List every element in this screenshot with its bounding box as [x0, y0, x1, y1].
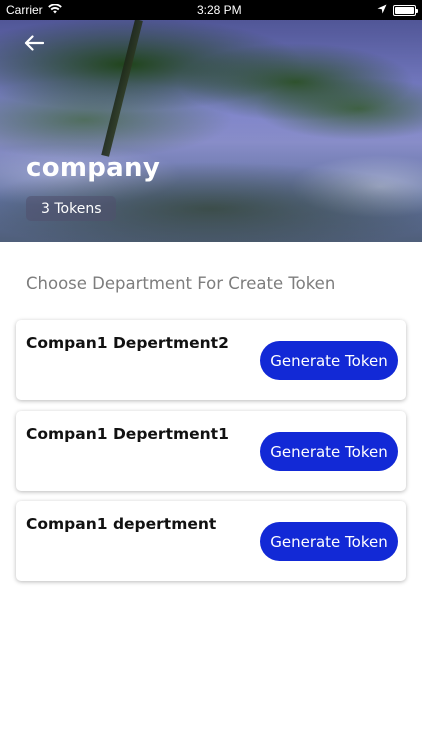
generate-token-button[interactable]: Generate Token: [260, 522, 398, 561]
battery-icon: [393, 4, 418, 16]
department-name: Compan1 Depertment2: [26, 334, 229, 352]
back-arrow-icon: [24, 34, 45, 56]
company-title: company: [26, 153, 161, 183]
wifi-icon: [47, 3, 62, 17]
generate-token-button[interactable]: Generate Token: [260, 341, 398, 380]
department-name: Compan1 Depertment1: [26, 425, 229, 443]
back-button[interactable]: [22, 34, 46, 56]
tokens-badge: 3 Tokens: [26, 196, 117, 221]
status-right: [377, 3, 418, 17]
status-bar: Carrier 3:28 PM: [0, 0, 422, 20]
status-left: Carrier: [6, 3, 62, 17]
location-icon: [377, 3, 387, 17]
department-name: Compan1 depertment: [26, 515, 217, 533]
generate-token-button[interactable]: Generate Token: [260, 432, 398, 471]
status-time: 3:28 PM: [196, 3, 242, 17]
department-card: Compan1 Depertment1 Generate Token: [16, 411, 406, 491]
department-card: Compan1 depertment Generate Token: [16, 501, 406, 581]
header-image: company 3 Tokens: [0, 20, 422, 242]
carrier-label: Carrier: [6, 3, 43, 17]
section-heading: Choose Department For Create Token: [26, 274, 336, 293]
department-card: Compan1 Depertment2 Generate Token: [16, 320, 406, 400]
